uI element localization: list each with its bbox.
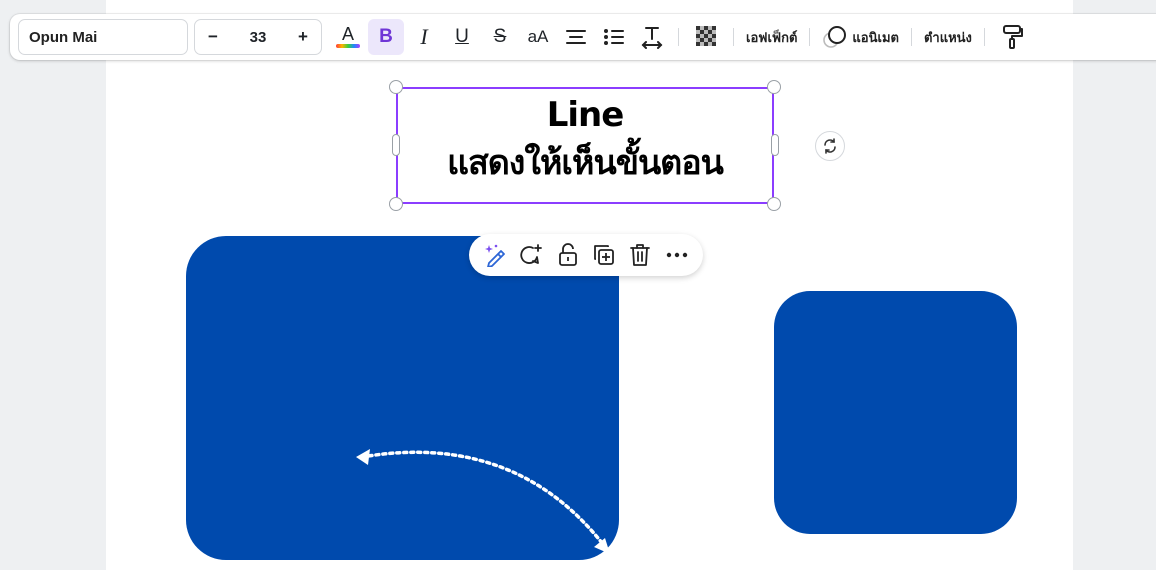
trash-icon	[630, 244, 651, 266]
increase-font-size-button[interactable]: +	[295, 27, 311, 47]
more-options-button[interactable]	[661, 239, 693, 271]
heading-line-1[interactable]: Line	[398, 91, 772, 139]
strikethrough-button[interactable]: S	[482, 19, 518, 55]
toolbar-divider	[910, 28, 912, 46]
transparency-icon	[696, 26, 716, 46]
text-color-button[interactable]: A	[330, 19, 366, 55]
italic-button[interactable]: I	[406, 19, 442, 55]
paint-roller-icon	[1002, 25, 1023, 49]
lock-button[interactable]	[552, 239, 584, 271]
dotted-curved-arrow[interactable]	[186, 236, 619, 560]
add-comment-icon	[520, 244, 543, 264]
font-size-input[interactable]: 33	[250, 29, 267, 46]
rotate-button[interactable]	[815, 131, 845, 161]
resize-handle-top-left[interactable]	[389, 80, 403, 94]
bullet-list-icon	[604, 29, 624, 45]
resize-handle-top-right[interactable]	[767, 80, 781, 94]
animate-button[interactable]: แอนิเมต	[818, 19, 903, 55]
strikethrough-icon: S	[493, 26, 507, 47]
list-button[interactable]	[596, 19, 632, 55]
resize-handle-right[interactable]	[771, 134, 779, 156]
effects-button[interactable]: เอฟเฟ็กต์	[742, 19, 801, 55]
magic-edit-icon	[485, 244, 506, 267]
selected-text-box[interactable]: Line แสดงให้เห็นขั้นตอน	[396, 87, 774, 204]
italic-icon: I	[420, 24, 428, 49]
letter-case-icon: aA	[527, 27, 549, 46]
position-button[interactable]: ตำแหน่ง	[920, 19, 976, 55]
decrease-font-size-button[interactable]: −	[205, 27, 221, 47]
bold-button[interactable]: B	[368, 19, 404, 55]
font-size-control: − 33 +	[194, 19, 322, 55]
bold-icon: B	[379, 26, 393, 47]
resize-handle-bottom-left[interactable]	[389, 197, 403, 211]
toolbar-divider	[678, 28, 679, 46]
text-color-icon: A	[341, 24, 354, 44]
copy-style-button[interactable]	[995, 19, 1031, 55]
blue-rounded-square-small[interactable]	[774, 291, 1017, 534]
delete-button[interactable]	[624, 239, 656, 271]
resize-handle-left[interactable]	[392, 134, 400, 156]
resize-handle-bottom-right[interactable]	[767, 197, 781, 211]
transparency-button[interactable]	[689, 19, 725, 55]
align-button[interactable]	[558, 19, 594, 55]
animate-label: แอนิเมต	[852, 30, 899, 46]
toolbar-divider	[809, 28, 811, 46]
spacing-icon	[641, 27, 663, 49]
rainbow-bar	[336, 44, 360, 48]
duplicate-icon	[594, 245, 615, 265]
align-center-icon	[566, 30, 586, 44]
toolbar-divider	[733, 28, 734, 46]
duplicate-button[interactable]	[588, 239, 620, 271]
heading-line-2[interactable]: แสดงให้เห็นขั้นตอน	[398, 139, 772, 187]
element-context-bar	[469, 234, 703, 276]
text-toolbar: Opun Mai − 33 + A B I U S aA เอฟเฟ็กต์ แ…	[10, 14, 1156, 60]
font-family-select[interactable]: Opun Mai	[18, 19, 188, 55]
underline-icon: U	[455, 26, 469, 47]
magic-edit-button[interactable]	[479, 239, 511, 271]
add-comment-button[interactable]	[515, 239, 547, 271]
letter-case-button[interactable]: aA	[520, 19, 556, 55]
toolbar-divider	[983, 28, 985, 46]
underline-button[interactable]: U	[444, 19, 480, 55]
more-icon	[666, 252, 687, 258]
spacing-button[interactable]	[634, 19, 670, 55]
rotate-icon	[824, 138, 836, 154]
lock-icon	[558, 243, 577, 266]
animate-icon	[823, 26, 847, 48]
